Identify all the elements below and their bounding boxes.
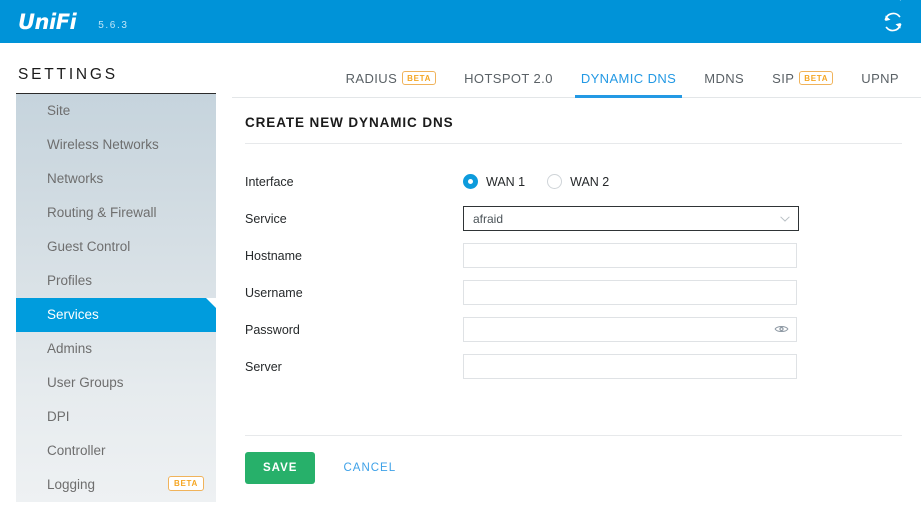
- password-field-wrapper: [463, 317, 797, 342]
- sidebar-item-label: Guest Control: [47, 239, 131, 254]
- chevron-down-icon: [780, 215, 790, 222]
- username-label: Username: [245, 285, 303, 300]
- refresh-icon[interactable]: [879, 8, 907, 36]
- footer-divider: [245, 435, 902, 436]
- sidebar-item-dpi[interactable]: DPI: [16, 400, 216, 434]
- sidebar-item-beta-badge: BETA: [168, 476, 204, 491]
- form-row-username: Username: [245, 274, 905, 311]
- service-select[interactable]: afraid: [463, 206, 799, 231]
- sidebar-nav: Site Wireless Networks Networks Routing & F…: [16, 94, 217, 502]
- radio-label-wan1: WAN 1: [486, 174, 526, 189]
- server-label: Server: [245, 359, 282, 374]
- tab-hotspot-2-0[interactable]: HOTSPOT 2.0: [458, 60, 559, 98]
- tab-sip[interactable]: SIP BETA: [766, 60, 839, 98]
- password-label: Password: [245, 322, 300, 337]
- sidebar-item-label: Profiles: [47, 273, 93, 288]
- sidebar-item-networks[interactable]: Networks: [16, 162, 216, 196]
- tab-mdns[interactable]: MDNS: [698, 60, 750, 98]
- tab-label: HOTSPOT 2.0: [464, 70, 553, 86]
- tab-label: DYNAMIC DNS: [580, 70, 677, 86]
- server-input[interactable]: [463, 354, 797, 379]
- sidebar-item-label: DPI: [47, 409, 70, 424]
- password-input[interactable]: [463, 317, 797, 342]
- form-row-server: Server: [245, 348, 905, 385]
- hostname-label: Hostname: [245, 248, 302, 263]
- sidebar-item-label: Site: [47, 103, 71, 118]
- content-area: RADIUS BETA HOTSPOT 2.0 DYNAMIC DNS MDNS SIP B…: [232, 43, 921, 518]
- tab-dynamic-dns[interactable]: DYNAMIC DNS: [574, 60, 683, 98]
- sidebar-item-label: Networks: [47, 171, 104, 186]
- sidebar-item-services[interactable]: Services: [16, 298, 217, 332]
- sidebar-item-label: Services: [47, 307, 99, 322]
- service-label: Service: [245, 211, 287, 226]
- form-actions: SAVE CANCEL: [245, 452, 905, 484]
- wifi-arc-icon: [899, 0, 902, 1]
- create-dynamic-dns-panel: CREATE NEW DYNAMIC DNS Interface WAN 1 W…: [245, 115, 905, 484]
- form-row-interface: Interface WAN 1 WAN 2: [245, 163, 905, 200]
- sidebar-item-label: Admins: [47, 341, 93, 356]
- tab-beta-badge: BETA: [402, 70, 437, 85]
- hostname-input[interactable]: [463, 243, 797, 268]
- form-row-hostname: Hostname: [245, 237, 905, 274]
- tab-label: MDNS: [704, 70, 745, 86]
- sidebar-item-routing-firewall[interactable]: Routing & Firewall: [16, 196, 216, 230]
- interface-radio-group: WAN 1 WAN 2: [463, 174, 631, 189]
- sidebar-item-wireless-networks[interactable]: Wireless Networks: [16, 128, 216, 162]
- top-bar: UniFi 5.6.3: [0, 0, 921, 43]
- sidebar-item-controller[interactable]: Controller: [16, 434, 216, 468]
- unifi-logo[interactable]: UniFi: [18, 0, 902, 43]
- tab-bar: RADIUS BETA HOTSPOT 2.0 DYNAMIC DNS MDNS SIP B…: [232, 60, 921, 98]
- panel-divider: [245, 143, 902, 144]
- sidebar-item-label: User Groups: [47, 375, 124, 390]
- eye-icon[interactable]: [774, 322, 789, 336]
- sidebar-item-user-groups[interactable]: User Groups: [16, 366, 216, 400]
- sidebar-item-label: Wireless Networks: [47, 137, 159, 152]
- save-button[interactable]: SAVE: [245, 452, 316, 484]
- settings-sidebar: SETTINGS Site Wireless Networks Networks Ro…: [0, 43, 232, 518]
- radio-dot-wan2[interactable]: [547, 174, 563, 189]
- tab-radius[interactable]: RADIUS BETA: [340, 60, 443, 98]
- tab-label: SIP: [772, 70, 795, 86]
- username-input[interactable]: [463, 280, 797, 305]
- radio-dot-wan1[interactable]: [463, 174, 478, 189]
- interface-label: Interface: [245, 174, 294, 189]
- version-label: 5.6.3: [98, 20, 129, 31]
- panel-title: CREATE NEW DYNAMIC DNS: [245, 115, 454, 130]
- page-title: SETTINGS: [18, 66, 118, 83]
- sidebar-item-admins[interactable]: Admins: [16, 332, 216, 366]
- tab-label: RADIUS: [345, 70, 398, 86]
- form-row-password: Password: [245, 311, 905, 348]
- tab-upnp[interactable]: UPNP: [855, 60, 905, 98]
- radio-option-wan1[interactable]: WAN 1: [463, 174, 525, 189]
- unifi-logo-text: UniFi: [18, 10, 77, 34]
- service-select-value: afraid: [473, 211, 504, 226]
- sidebar-item-logging[interactable]: Logging BETA: [16, 468, 216, 502]
- sidebar-item-label: Routing & Firewall: [47, 205, 157, 220]
- cancel-button[interactable]: CANCEL: [343, 462, 396, 474]
- tab-label: UPNP: [861, 70, 899, 86]
- form-row-service: Service afraid: [245, 200, 905, 237]
- tab-beta-badge: BETA: [799, 70, 834, 85]
- radio-label-wan2: WAN 2: [570, 174, 610, 189]
- sidebar-item-label: Logging: [47, 477, 96, 492]
- sidebar-item-site[interactable]: Site: [16, 94, 216, 128]
- sidebar-item-label: Controller: [47, 443, 106, 458]
- sidebar-item-profiles[interactable]: Profiles: [16, 264, 216, 298]
- radio-option-wan2[interactable]: WAN 2: [547, 174, 609, 189]
- sidebar-item-guest-control[interactable]: Guest Control: [16, 230, 216, 264]
